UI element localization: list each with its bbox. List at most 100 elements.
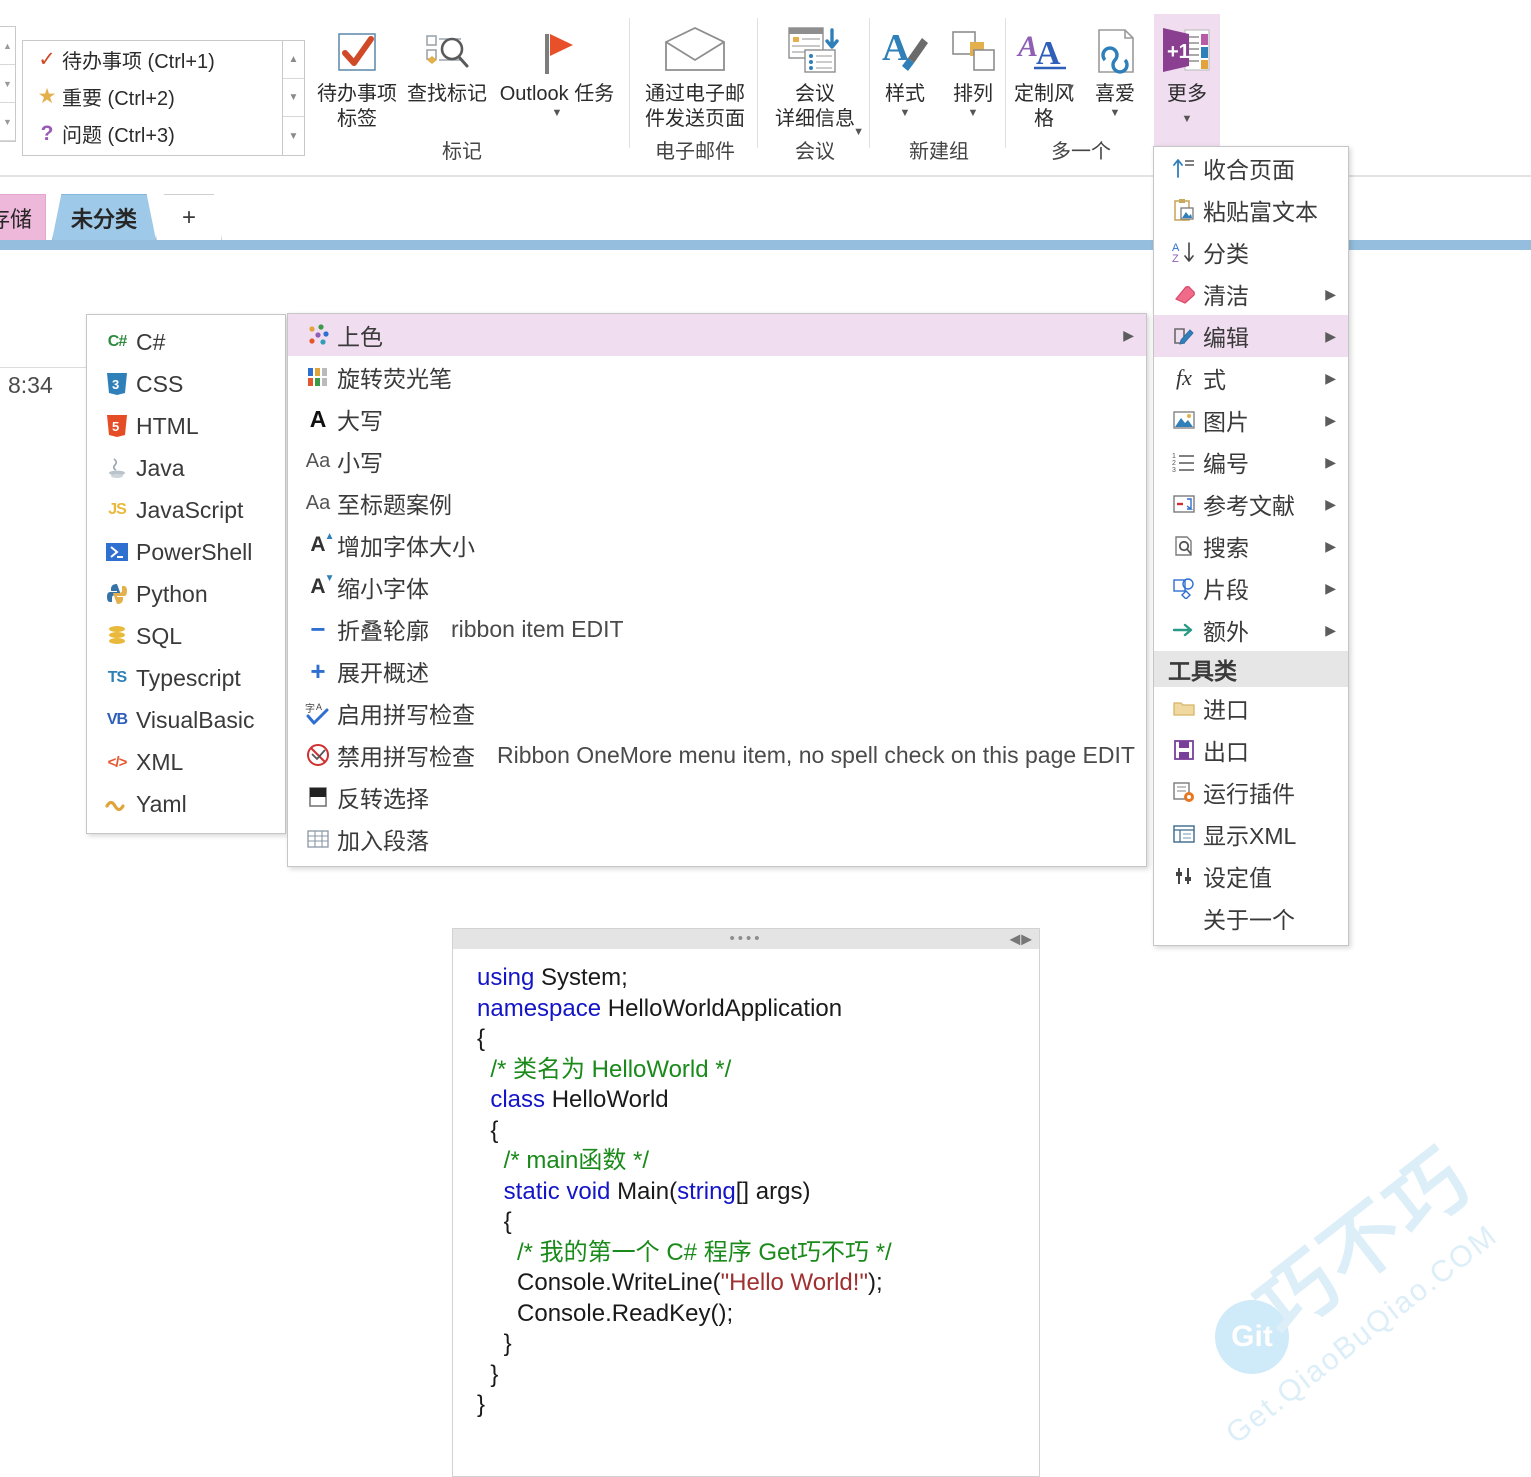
meeting-details-label: 会议 详细信息 (775, 83, 855, 130)
join-paragraph-icon (299, 829, 337, 849)
edit-item-label: 启用拼写检查 (337, 702, 475, 728)
scroll-down-button[interactable]: ▼ (283, 79, 304, 117)
lang-item-xml[interactable]: </> XML (87, 741, 285, 783)
code-block-handle[interactable]: •••• ◀▶ (453, 929, 1039, 949)
edit-item-colorize[interactable]: 上色 ▶ (288, 314, 1146, 356)
meeting-details-button[interactable]: 会议 详细信息 (760, 14, 870, 132)
edit-item-join-paragraph[interactable]: 加入段落 (288, 818, 1146, 860)
styles-caret-icon[interactable]: ▼ (872, 107, 938, 119)
send-page-by-email-button[interactable]: 通过电子邮 件发送页面 (632, 14, 758, 132)
reference-icon (1165, 494, 1203, 514)
csharp-icon: C# (107, 333, 127, 350)
more-item-collapse-page[interactable]: 收合页面 (1154, 147, 1348, 189)
page-tab-storage[interactable]: 存储 (0, 194, 46, 240)
add-page-tab-button[interactable]: + (156, 194, 222, 240)
edit-item-decrease-font[interactable]: A ▼ 缩小字体 (288, 566, 1146, 608)
tag-gallery[interactable]: ✓ 待办事项 (Ctrl+1) ★ 重要 (Ctrl+2) ? 问题 (Ctrl… (22, 40, 305, 156)
outlook-task-caret-icon[interactable]: ▼ (492, 107, 622, 119)
more-item-snippet[interactable]: 片段 ▶ (1154, 567, 1348, 609)
more-item-about[interactable]: 关于一个 (1154, 897, 1348, 939)
edit-item-lowercase[interactable]: Aa 小写 (288, 440, 1146, 482)
svg-text:3: 3 (1172, 467, 1176, 473)
lang-item-java[interactable]: Java (87, 447, 285, 489)
more-item-image[interactable]: 图片 ▶ (1154, 399, 1348, 441)
lang-item-powershell[interactable]: PowerShell (87, 531, 285, 573)
edit-item-label: 加入段落 (337, 828, 429, 854)
edit-submenu[interactable]: 上色 ▶ 旋转荧光笔 A 大写 Aa 小写 Aa 至标题案例 A ▲ 增加字体大小… (287, 313, 1147, 867)
more-item-export[interactable]: 出口 (1154, 729, 1348, 771)
more-item-show-xml[interactable]: 显示XML (1154, 813, 1348, 855)
edit-item-label: 上色 (337, 324, 383, 350)
increase-font-icon: A ▲ (310, 531, 335, 556)
edit-item-label: 禁用拼写检查 (337, 744, 475, 770)
lang-item-javascript[interactable]: JS JavaScript (87, 489, 285, 531)
edit-item-disable-spellcheck[interactable]: 禁用拼写检查 Ribbon OneMore menu item, no spel… (288, 734, 1146, 776)
tag-gallery-item[interactable]: ✓ 待办事项 (Ctrl+1) (23, 41, 304, 78)
numbering-icon: 1 2 3 (1165, 451, 1203, 473)
more-item-numbering[interactable]: 1 2 3 编号 ▶ (1154, 441, 1348, 483)
lang-item-yaml[interactable]: Yaml (87, 783, 285, 825)
language-submenu[interactable]: C# C# 3 CSS 5 HTML Java JS JavaScript Po… (86, 314, 286, 834)
edit-icon (1165, 325, 1203, 347)
styles-button[interactable]: A 样式 ▼ (872, 14, 938, 119)
more-item-sort[interactable]: A Z 分类 (1154, 231, 1348, 273)
arrange-button[interactable]: 排列 ▼ (940, 14, 1006, 119)
more-item-label: 收合页面 (1203, 157, 1295, 183)
uppercase-icon: A (309, 405, 327, 432)
scroll-up-button[interactable]: ▲ (283, 41, 304, 79)
favorites-button[interactable]: 喜爱 ▼ (1082, 14, 1148, 119)
submenu-arrow-icon: ▶ (1325, 285, 1336, 302)
edit-item-expand-outline[interactable]: + 展开概述 (288, 650, 1146, 692)
edit-item-uppercase[interactable]: A 大写 (288, 398, 1146, 440)
lang-item-label: HTML (136, 412, 199, 439)
arrange-caret-icon[interactable]: ▼ (940, 107, 1006, 119)
lang-item-csharp[interactable]: C# C# (87, 321, 285, 363)
more-item-formula[interactable]: fx 式 ▶ (1154, 357, 1348, 399)
tag-gallery-item[interactable]: ★ 重要 (Ctrl+2) (23, 78, 304, 115)
more-button[interactable]: +1 更多 ▼ (1154, 14, 1220, 158)
page-tab-uncategorized[interactable]: 未分类 (52, 194, 156, 240)
find-tags-button[interactable]: 查找标记 (404, 14, 490, 107)
todo-tag-button[interactable]: 待办事项 标签 (312, 14, 402, 132)
favorites-caret-icon[interactable]: ▼ (1082, 107, 1148, 119)
resize-arrows-icon[interactable]: ◀▶ (1009, 931, 1033, 948)
more-item-clean[interactable]: 清洁 ▶ (1154, 273, 1348, 315)
lang-item-html[interactable]: 5 HTML (87, 405, 285, 447)
more-item-edit[interactable]: 编辑 ▶ (1154, 315, 1348, 357)
custom-styles-caret-icon[interactable]: ▼ (1065, 82, 1076, 94)
lang-item-sql[interactable]: SQL (87, 615, 285, 657)
html-icon: 5 (98, 414, 136, 438)
show-xml-icon (1165, 824, 1203, 844)
more-item-import[interactable]: 进口 (1154, 687, 1348, 729)
edit-item-enable-spellcheck[interactable]: 字 A 启用拼写检查 (288, 692, 1146, 734)
more-item-run-plugin[interactable]: 运行插件 (1154, 771, 1348, 813)
lang-item-typescript[interactable]: TS Typescript (87, 657, 285, 699)
more-item-search[interactable]: 搜索 ▶ (1154, 525, 1348, 567)
more-caret-icon[interactable]: ▼ (1154, 113, 1220, 125)
svg-text:5: 5 (112, 419, 119, 434)
edit-item-increase-font[interactable]: A ▲ 增加字体大小 (288, 524, 1146, 566)
tag-gallery-item-label: 待办事项 (Ctrl+1) (62, 51, 215, 73)
powershell-icon (98, 541, 136, 563)
submenu-arrow-icon: ▶ (1325, 621, 1336, 638)
edit-item-invert-selection[interactable]: 反转选择 (288, 776, 1146, 818)
custom-styles-button[interactable]: A A 定制风 格 ▼ (1008, 14, 1080, 132)
lang-item-visualbasic[interactable]: VB VisualBasic (87, 699, 285, 741)
collapse-outline-icon: − (310, 614, 326, 644)
lang-item-python[interactable]: Python (87, 573, 285, 615)
more-dropdown-menu[interactable]: 收合页面 粘贴富文本 A Z 分类 清洁 ▶ 编辑 ▶ fx 式 ▶ 图片 ▶ … (1153, 146, 1349, 946)
edit-item-rotate-highlighter[interactable]: 旋转荧光笔 (288, 356, 1146, 398)
lang-item-css[interactable]: 3 CSS (87, 363, 285, 405)
lang-item-label: VisualBasic (136, 706, 255, 733)
more-item-extras[interactable]: 额外 ▶ (1154, 609, 1348, 651)
edit-item-titlecase[interactable]: Aa 至标题案例 (288, 482, 1146, 524)
tag-gallery-item[interactable]: ? 问题 (Ctrl+3) (23, 115, 304, 152)
outlook-task-button[interactable]: Outlook 任务 ▼ (492, 14, 622, 119)
more-item-reference[interactable]: 参考文献 ▶ (1154, 483, 1348, 525)
more-item-paste-rich-text[interactable]: 粘贴富文本 (1154, 189, 1348, 231)
more-item-settings[interactable]: 设定值 (1154, 855, 1348, 897)
code-block[interactable]: •••• ◀▶ using System; namespace HelloWorl… (452, 928, 1040, 1477)
python-icon (98, 582, 136, 606)
code-line: /* 我的第一个 C# 程序 Get巧不巧 */ (477, 1238, 892, 1266)
edit-item-collapse-outline[interactable]: − 折叠轮廓 ribbon item EDIT (288, 608, 1146, 650)
